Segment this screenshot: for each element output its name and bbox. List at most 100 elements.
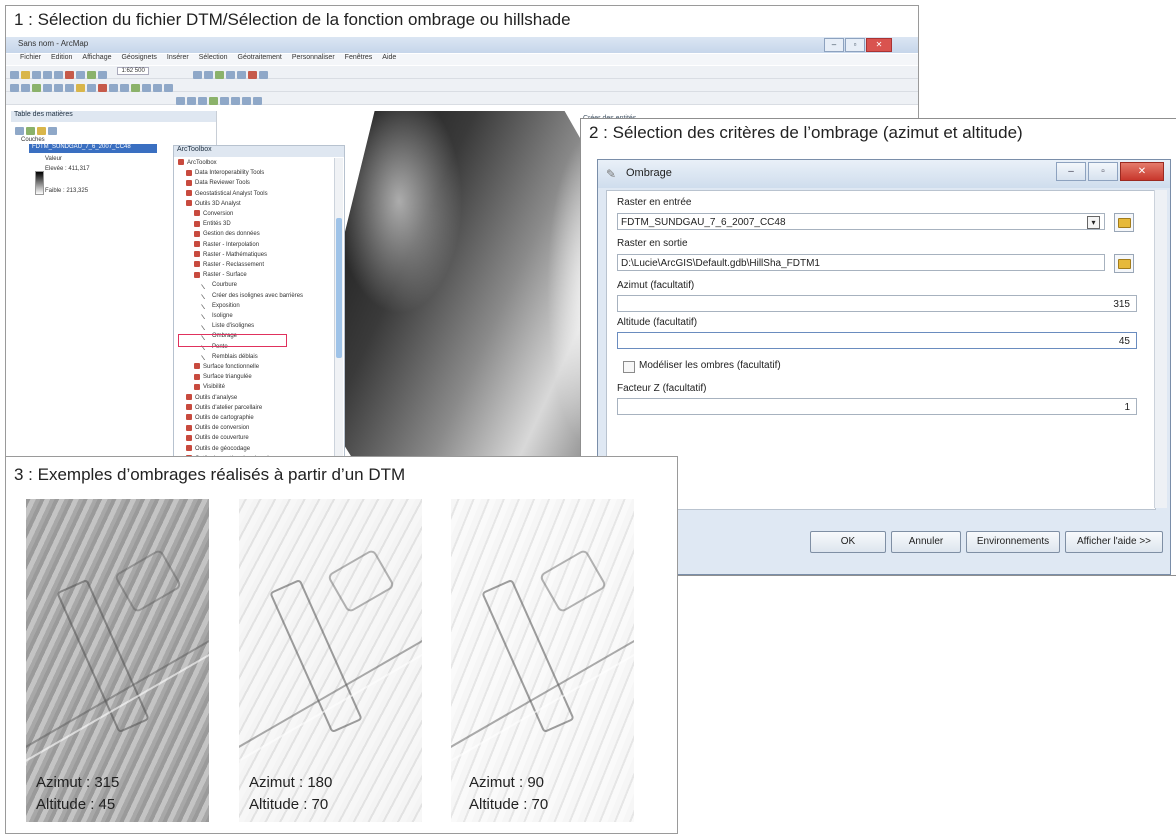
azimut-label: Azimut (facultatif) — [617, 280, 695, 291]
ombrage-highlight — [178, 334, 287, 347]
hillshade-example-image: Azimut : 90 Altitude : 70 — [451, 499, 634, 822]
panel3-caption: 3 : Exemples d’ombrages réalisés à parti… — [14, 465, 406, 484]
ok-button[interactable]: OK — [810, 531, 886, 553]
toolbox-toolset[interactable]: Visibilité — [194, 383, 225, 392]
arctoolbox-scrollbar[interactable] — [334, 158, 343, 458]
maximize-button[interactable]: ▫ — [845, 38, 865, 52]
chevron-down-icon[interactable]: ▾ — [1087, 216, 1100, 229]
dialog-minimize-button[interactable]: – — [1056, 162, 1086, 181]
toolbox-toolset[interactable]: Gestion des données — [194, 230, 260, 239]
toolbox-toolset[interactable]: Raster - Surface — [194, 271, 247, 280]
tools-toolbar — [6, 79, 918, 92]
raster-out-input[interactable]: D:\Lucie\ArcGIS\Default.gdb\HillSha_FDTM… — [617, 254, 1105, 271]
altitude-input[interactable]: 45 — [617, 332, 1137, 349]
toolbox-toolset[interactable]: Outils de géocodage — [186, 445, 250, 454]
toolbox-icon — [194, 220, 200, 227]
toolbox-toolset[interactable]: Data Reviewer Tools — [186, 179, 250, 188]
toolbox-toolset[interactable]: Raster - Reclassement — [194, 261, 264, 270]
toolbox-toolset[interactable]: Surface triangulée — [194, 373, 252, 382]
toolbox-toolset[interactable]: Conversion — [194, 210, 233, 219]
toolbox-icon — [186, 404, 192, 411]
dialog-window-controls: – ▫ ✕ — [1056, 162, 1164, 181]
menu-item[interactable]: Géotraitement — [238, 54, 282, 65]
toolbox-icon — [186, 169, 192, 176]
raster-out-browse-folder-icon[interactable] — [1114, 254, 1134, 273]
hillshade-example-image: Azimut : 180 Altitude : 70 — [239, 499, 422, 822]
toolbox-icon — [186, 434, 192, 441]
toolbox-item-label: Remblais déblais — [212, 353, 258, 360]
toolbox-item-label: Outils 3D Analyst — [195, 200, 241, 207]
raster-in-browse-folder-icon[interactable] — [1114, 213, 1134, 232]
toolbox-item-label: Conversion — [203, 211, 234, 217]
cancel-button[interactable]: Annuler — [891, 531, 961, 553]
toolbox-toolset[interactable]: Outils 3D Analyst — [186, 200, 241, 209]
toolbox-toolset[interactable]: Surface fonctionnelle — [194, 363, 259, 372]
hammer-icon — [200, 310, 211, 320]
toolbox-toolset[interactable]: ArcToolbox — [178, 159, 217, 168]
toolbox-toolset[interactable]: Raster - Interpolation — [194, 241, 259, 250]
toolbox-item-label: Entités 3D — [203, 221, 231, 228]
toolbox-toolset[interactable]: Outils de couverture — [186, 434, 249, 443]
toc-layer-dtm[interactable]: FDTM_SUNDGAU_7_6_2007_CC48 — [29, 144, 157, 153]
dialog-close-button[interactable]: ✕ — [1120, 162, 1164, 181]
minimize-button[interactable]: – — [824, 38, 844, 52]
toolbox-toolset[interactable]: Geostatistical Analyst Tools — [186, 190, 268, 199]
dialog-form: Raster en entrée FDTM_SUNDGAU_7_6_2007_C… — [606, 190, 1156, 510]
toolbox-item-label: Courbure — [212, 282, 238, 289]
example-altitude: Altitude : 70 — [249, 796, 329, 813]
toolbox-tool[interactable]: Remblais déblais — [200, 351, 258, 362]
menu-item[interactable]: Affichage — [82, 54, 111, 65]
toolbox-toolset[interactable]: Outils d'atelier parcellaire — [186, 404, 262, 413]
menu-item[interactable]: Personnaliser — [292, 54, 335, 65]
menu-item[interactable]: Sélection — [199, 54, 228, 65]
menu-item[interactable]: Aide — [382, 54, 396, 65]
toolbox-toolset[interactable]: Entités 3D — [194, 220, 231, 229]
legend-value-label: Valeur — [45, 156, 62, 162]
toolbox-icon — [194, 251, 200, 258]
hammer-icon — [200, 351, 211, 361]
close-button[interactable]: ✕ — [866, 38, 892, 52]
scale-field[interactable]: 1:62 500 — [117, 67, 149, 75]
toolbox-icon — [186, 394, 192, 401]
georef-toolbar — [6, 92, 918, 105]
toolbox-tool[interactable]: Courbure — [200, 280, 238, 290]
toolbox-icon — [194, 363, 200, 370]
menu-item[interactable]: Géosignets — [121, 54, 156, 65]
toolbox-item-label: ArcToolbox — [187, 160, 217, 166]
show-help-button[interactable]: Afficher l'aide >> — [1065, 531, 1163, 553]
toolbox-item-label: Isoligne — [212, 313, 233, 319]
toolbox-toolset[interactable]: Raster - Mathématiques — [194, 251, 267, 260]
menu-item[interactable]: Edition — [51, 54, 72, 65]
toolbox-toolset[interactable]: Outils de conversion — [186, 424, 249, 433]
toolbox-icon — [194, 230, 200, 237]
azimut-input[interactable]: 315 — [617, 295, 1137, 312]
toolbox-tool[interactable]: Créer des isolignes avec barrières — [200, 290, 303, 301]
dialog-titlebar: ✎ Ombrage – ▫ ✕ — [598, 160, 1170, 188]
toolbox-icon — [186, 179, 192, 186]
toolbox-toolset[interactable]: Data Interoperability Tools — [186, 169, 264, 178]
dialog-maximize-button[interactable]: ▫ — [1088, 162, 1118, 181]
toolbox-icon — [194, 271, 200, 278]
toolbox-icon — [186, 414, 192, 421]
menu-item[interactable]: Insérer — [167, 54, 189, 65]
hammer-icon — [200, 300, 211, 310]
model-shadows-checkbox[interactable] — [623, 361, 635, 373]
toc-group-couches[interactable]: Couches — [21, 137, 45, 143]
toolbox-tool[interactable]: Liste d'isolignes — [200, 321, 254, 331]
arcmap-menubar: Fichier Edition Affichage Géosignets Insérer… — [6, 54, 918, 65]
toolbox-tool[interactable]: Isoligne — [200, 310, 233, 321]
zfactor-input[interactable]: 1 — [617, 398, 1137, 415]
zfactor-label: Facteur Z (facultatif) — [617, 383, 707, 394]
raster-in-select[interactable]: FDTM_SUNDGAU_7_6_2007_CC48 ▾ — [617, 213, 1105, 230]
standard-toolbar: 1:62 500 — [6, 66, 918, 79]
toolbox-item-label: Raster - Reclassement — [203, 262, 265, 268]
toolbox-toolset[interactable]: Outils d'analyse — [186, 394, 237, 403]
toolbox-icon — [186, 424, 192, 431]
menu-item[interactable]: Fenêtres — [345, 54, 373, 65]
raster-in-value: FDTM_SUNDGAU_7_6_2007_CC48 — [621, 217, 786, 228]
toolbox-tool[interactable]: Exposition — [200, 300, 240, 311]
environments-button[interactable]: Environnements — [966, 531, 1060, 553]
toolbox-toolset[interactable]: Outils de cartographie — [186, 414, 254, 423]
dialog-scrollbar[interactable] — [1154, 190, 1167, 508]
menu-item[interactable]: Fichier — [20, 54, 41, 65]
